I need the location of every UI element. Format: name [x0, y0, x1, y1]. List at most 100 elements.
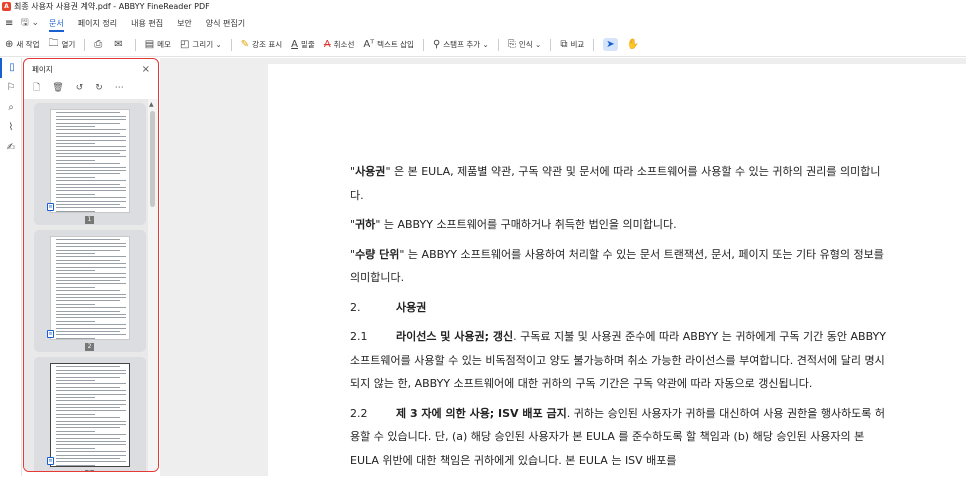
plus-circle-icon: ⊕	[5, 39, 14, 50]
tab-security[interactable]: 보안	[177, 18, 192, 29]
thumbnail-text-line	[56, 280, 121, 282]
hand-tool-button[interactable]: ✋	[627, 39, 642, 50]
pages-panel: 페이지 × 🗋 🗑 ↺ ↻ ⋯ ≡ 1 ≡ 2 ≡ 3 ▲	[23, 58, 159, 472]
thumbnail-text-line	[56, 249, 121, 251]
add-page-icon[interactable]: 🗋	[33, 80, 40, 96]
thumbnail-text-line	[56, 337, 95, 339]
thumbnail-text-line	[56, 197, 126, 199]
thumbnail-text-line	[56, 307, 126, 309]
thumbnail-text-line	[56, 396, 95, 398]
thumbnail-text-line	[56, 403, 126, 405]
close-icon[interactable]: ×	[142, 64, 150, 75]
toolbar-divider	[134, 38, 136, 51]
thumbnail-text-line	[56, 276, 126, 278]
compare-button[interactable]: ⧉ 비교	[560, 39, 584, 50]
thumbnail-text-line	[56, 246, 126, 248]
underline-button[interactable]: A 밑줄	[291, 39, 315, 50]
tab-document[interactable]: 문서	[49, 18, 64, 32]
thumbnail-text-line	[56, 420, 126, 422]
rotate-right-icon[interactable]: ↻	[95, 83, 103, 93]
save-icon[interactable]: 🖫 ⌄	[21, 15, 49, 31]
strikethrough-button[interactable]: A 취소선	[324, 39, 355, 50]
envelope-icon: ✉	[114, 39, 123, 50]
thumbnail-text-line	[56, 239, 121, 241]
highlight-button[interactable]: ✎ 강조 표시	[241, 39, 282, 50]
print-button[interactable]: ⎙	[94, 39, 105, 50]
shapes-icon: ◰	[179, 39, 190, 50]
text-insert-icon: Aᵀ	[363, 39, 375, 50]
thumbnail-text-line	[56, 393, 126, 395]
tab-edit-content[interactable]: 내용 편집	[131, 18, 163, 29]
recognize-button[interactable]: ⎘ 인식 ⌄	[508, 39, 541, 50]
thumbnail-text-line	[56, 136, 126, 138]
search-icon[interactable]: ⌕	[0, 98, 22, 118]
scrollbar-thumb[interactable]	[150, 111, 155, 207]
insert-text-button[interactable]: Aᵀ 텍스트 삽입	[363, 39, 414, 50]
folder-icon: 🗀	[48, 38, 59, 49]
thumbnail-text-line	[56, 259, 121, 261]
panel-header: 페이지 ×	[24, 59, 158, 79]
thumbnail-text-line	[56, 252, 95, 254]
thumbnail-text-line	[56, 283, 126, 285]
thumbnail-text-line	[56, 132, 121, 134]
scroll-up-arrow-icon[interactable]: ▲	[149, 101, 154, 108]
thumbnail-text-line	[56, 173, 121, 175]
new-task-button[interactable]: ⊕ 새 작업	[5, 39, 39, 50]
attachment-icon[interactable]: ⌇	[0, 118, 22, 138]
rotate-left-icon[interactable]: ↺	[76, 83, 84, 93]
thumbnail-text-line	[56, 112, 121, 114]
thumbnail-text-line	[56, 313, 126, 315]
tab-form-editor[interactable]: 양식 편집기	[206, 18, 245, 29]
thumbnail-text-line	[56, 376, 121, 378]
pages-panel-icon[interactable]: ▯	[0, 58, 22, 78]
page-thumbnail[interactable]: ≡ 1	[34, 103, 146, 225]
bookmark-icon[interactable]: ⚐	[0, 78, 22, 98]
highlighter-icon: ✎	[240, 39, 250, 50]
hand-icon: ✋	[626, 39, 640, 50]
thumbnail-text-line	[56, 310, 121, 312]
note-icon: ≡	[47, 457, 54, 465]
thumbnail-text-line	[56, 207, 126, 209]
definition-paragraph: "귀하" 는 ABBYY 소프트웨어를 구매하거나 취득한 법인을 의미합니다.	[350, 218, 677, 231]
thumbnail-text-line	[56, 379, 95, 381]
panel-toolbar: 🗋 🗑 ↺ ↻ ⋯	[24, 79, 158, 97]
thumbnail-text-line	[56, 330, 121, 332]
compare-icon: ⧉	[560, 39, 568, 50]
thumbnail-text-line	[56, 190, 126, 192]
thumbnail-text-line	[56, 437, 121, 439]
select-tool-button[interactable]: ➤	[603, 38, 618, 51]
thumbnail-text-line	[56, 125, 95, 127]
thumbnail-text-line	[56, 242, 126, 244]
thumbnail-text-line	[56, 186, 126, 188]
email-button[interactable]: ✉	[114, 39, 125, 50]
page-thumbnail[interactable]: ≡ 3	[34, 357, 146, 471]
panel-scrollbar[interactable]: ▲	[148, 99, 158, 471]
tab-organize-pages[interactable]: 페이지 정리	[78, 18, 117, 29]
thumbnail-text-line	[56, 176, 95, 178]
thumbnail-text-line	[56, 149, 126, 151]
page-thumbnail[interactable]: ≡ 2	[34, 230, 146, 352]
delete-page-icon[interactable]: 🗑	[52, 83, 63, 93]
hamburger-menu-icon[interactable]: ≡	[5, 18, 21, 29]
draw-button[interactable]: ◰ 그리기 ⌄	[180, 39, 222, 50]
open-button[interactable]: 🗀 열기	[48, 36, 75, 53]
thumbnail-text-line	[56, 269, 95, 271]
thumbnail-text-line	[56, 129, 126, 131]
thumbnail-text-line	[56, 119, 126, 121]
page-preview	[50, 363, 130, 467]
thumbnail-text-line	[56, 180, 126, 182]
thumbnail-list: ≡ 1 ≡ 2 ≡ 3	[24, 99, 148, 471]
title-bar: A 최종 사용자 사용권 계약.pdf - ABBYY FineReader P…	[0, 0, 966, 13]
thumbnail-text-line	[56, 434, 126, 436]
more-options-icon[interactable]: ⋯	[115, 83, 124, 93]
definition-paragraph: "수량 단위" 는 ABBYY 소프트웨어를 사용하여 처리할 수 있는 문서 …	[350, 247, 884, 285]
stamp-button[interactable]: ⚲ 스탬프 추가 ⌄	[433, 39, 489, 50]
note-button[interactable]: ▤ 메모	[145, 39, 171, 50]
thumbnail-text-line	[56, 413, 95, 415]
thumbnail-text-line	[56, 256, 126, 258]
page-preview	[50, 109, 130, 213]
note-icon: ≡	[47, 203, 54, 211]
thumbnail-text-line	[56, 386, 121, 388]
signature-icon[interactable]: ✍	[0, 138, 22, 158]
thumbnail-text-line	[56, 461, 126, 463]
